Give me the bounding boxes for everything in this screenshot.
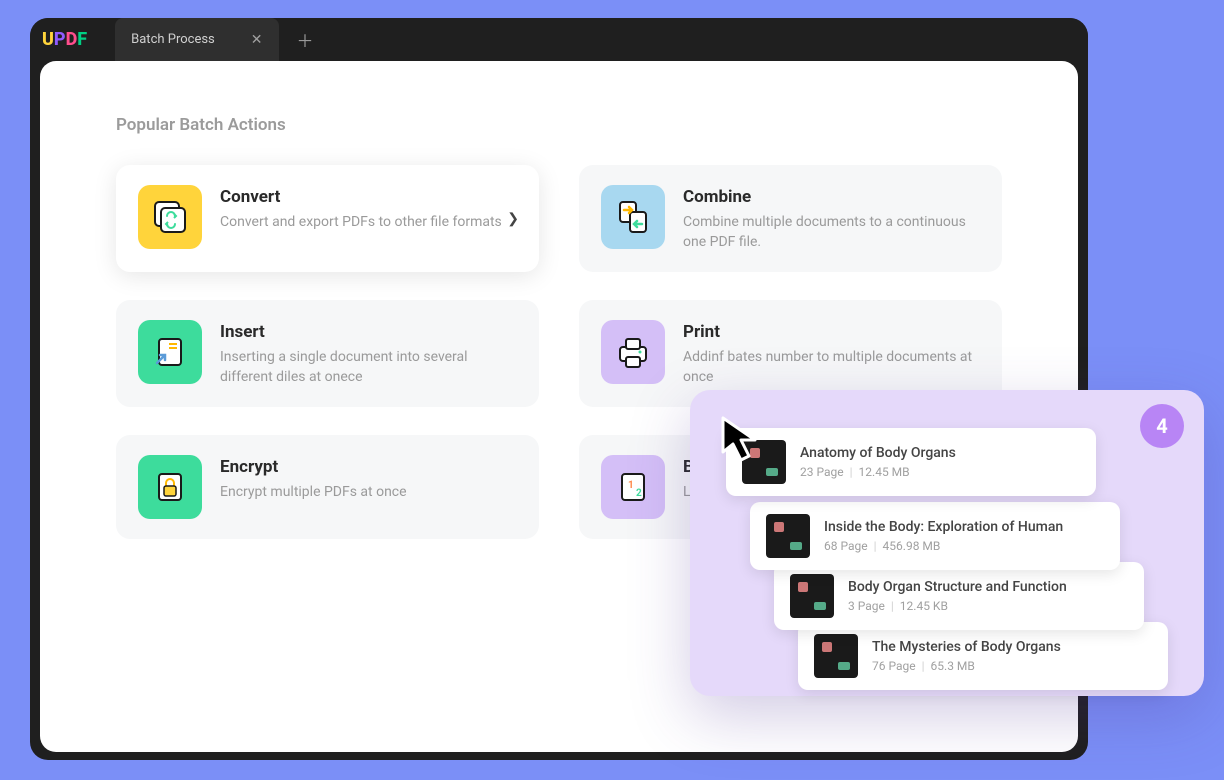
combine-icon [601, 185, 665, 249]
new-tab-button[interactable]: ＋ [297, 27, 314, 52]
card-title: Encrypt [220, 457, 517, 477]
action-card-insert[interactable]: Insert Inserting a single document into … [116, 300, 539, 407]
cursor-icon [715, 412, 771, 468]
file-meta: 3 Page|12.45 KB [848, 599, 1128, 613]
file-card[interactable]: The Mysteries of Body Organs 76 Page|65.… [798, 622, 1168, 690]
file-count-badge: 4 [1140, 404, 1184, 448]
encrypt-icon [138, 455, 202, 519]
card-title: Insert [220, 322, 517, 342]
file-thumbnail [790, 574, 834, 618]
file-card[interactable]: Inside the Body: Exploration of Human 68… [750, 502, 1120, 570]
file-name: Anatomy of Body Organs [800, 445, 1080, 461]
file-thumbnail [814, 634, 858, 678]
card-desc: Addinf bates number to multiple document… [683, 348, 980, 387]
close-icon[interactable]: ✕ [251, 32, 263, 48]
card-desc: Encrypt multiple PDFs at once [220, 483, 517, 503]
chevron-right-icon: ❯ [507, 211, 519, 227]
action-card-combine[interactable]: Combine Combine multiple documents to a … [579, 165, 1002, 272]
titlebar: UPDF Batch Process ✕ ＋ [30, 18, 1088, 61]
file-meta: 76 Page|65.3 MB [872, 659, 1152, 673]
svg-text:1: 1 [628, 480, 634, 491]
card-desc: Combine multiple documents to a continuo… [683, 213, 980, 252]
tab-batch-process[interactable]: Batch Process ✕ [115, 18, 278, 61]
action-card-encrypt[interactable]: Encrypt Encrypt multiple PDFs at once [116, 435, 539, 539]
card-title: Combine [683, 187, 980, 207]
convert-icon [138, 185, 202, 249]
app-logo: UPDF [42, 29, 87, 50]
file-name: Body Organ Structure and Function [848, 579, 1128, 595]
card-title: Print [683, 322, 980, 342]
bates-icon: 12 [601, 455, 665, 519]
section-title: Popular Batch Actions [116, 115, 1002, 135]
file-name: The Mysteries of Body Organs [872, 639, 1152, 655]
print-icon [601, 320, 665, 384]
svg-text:2: 2 [636, 488, 642, 499]
file-thumbnail [766, 514, 810, 558]
file-name: Inside the Body: Exploration of Human [824, 519, 1104, 535]
card-desc: Convert and export PDFs to other file fo… [220, 213, 517, 233]
file-card[interactable]: Body Organ Structure and Function 3 Page… [774, 562, 1144, 630]
card-title: Convert [220, 187, 517, 207]
insert-icon [138, 320, 202, 384]
file-card[interactable]: Anatomy of Body Organs 23 Page|12.45 MB [726, 428, 1096, 496]
tab-label: Batch Process [131, 32, 215, 47]
file-meta: 68 Page|456.98 MB [824, 539, 1104, 553]
file-meta: 23 Page|12.45 MB [800, 465, 1080, 479]
action-card-convert[interactable]: Convert Convert and export PDFs to other… [116, 165, 539, 272]
card-desc: Inserting a single document into several… [220, 348, 517, 387]
